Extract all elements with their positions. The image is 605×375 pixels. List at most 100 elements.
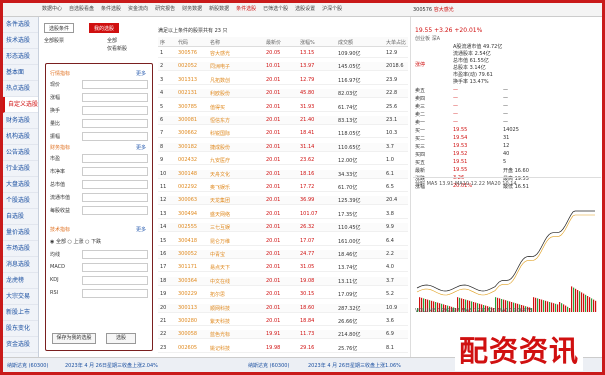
filter-input[interactable] [82,119,148,128]
menu-item[interactable]: 条件选股 [98,4,124,15]
filter-input[interactable] [82,132,148,141]
sidebar-item[interactable]: 行业选股 [3,161,38,177]
sidebar-item[interactable]: 量价选股 [3,225,38,241]
sidebar-item[interactable]: 股东变化 [3,321,38,337]
table-cell: 125.39亿 [338,198,361,205]
sidebar-item[interactable]: 新股上市 [3,305,38,321]
menu-item[interactable]: 已筛选个股 [260,4,291,15]
sidebar-item[interactable]: 财务选股 [3,113,38,129]
table-cell: 11.73 [300,331,315,338]
sidebar-item[interactable]: 个股选股 [3,193,38,209]
filter-input[interactable] [82,250,148,259]
table-cell: 3.6 [386,318,394,324]
table-row[interactable]: 5 300785 值得买 20.01 31.93 61.74亿 25.6 [158,103,408,112]
sidebar-item[interactable]: 条件选股 [3,17,38,33]
sidebar-item[interactable]: 形态选股 [3,49,38,65]
column-header[interactable]: 序 [160,39,165,46]
table-row[interactable]: 3 301313 凡拓数创 20.01 12.79 116.97亿 23.9 [158,76,408,85]
tab-my-picks[interactable]: 我的选股 [89,23,120,33]
filter-input[interactable] [82,263,148,272]
table-row[interactable]: 6 300081 恒信东方 20.01 21.40 83.13亿 23.1 [158,116,408,125]
table-row[interactable]: 1 300576 容大感光 20.05 13.15 109.90亿 12.9 [158,49,408,58]
menu-item[interactable]: 财务数据 [179,4,205,15]
sidebar-item[interactable]: 技术选股 [3,33,38,49]
sidebar-item[interactable]: 热点选股 [3,81,38,97]
order-row: 卖二 — — [413,111,601,119]
intraday-chart[interactable]: 分时 MA5 13.91 MA10 12.22 MA20 10.14 VOLUM… [413,177,601,317]
sidebar-item[interactable]: 基本面 [3,65,38,81]
new-stock-option[interactable]: 仅看新股 [107,45,127,52]
column-header[interactable]: 最新价 [266,39,281,46]
more-link-2[interactable]: 更多 [136,144,146,151]
status-index-1[interactable]: 纳斯达克 (60300) [7,362,48,369]
table-row[interactable]: 9 002432 九安医疗 20.01 23.62 12.00亿 1.0 [158,156,408,166]
sidebar-item[interactable]: 市场选股 [3,241,38,257]
filter-input[interactable] [82,167,148,176]
sidebar-item[interactable]: 自定义选股 [3,97,38,113]
table-row[interactable]: 21 300280 紫天科技 20.01 18.84 26.66亿 3.6 [158,317,408,326]
sidebar-item[interactable]: 大宗交易 [3,289,38,305]
radio-group[interactable]: ◉ 全部 ○ 上涨 ○ 下跌 [50,238,101,245]
save-picks-button[interactable]: 保存为我的选股 [52,333,96,344]
run-filter-button[interactable]: 选股 [106,333,136,344]
table-row[interactable]: 4 002131 利欧股份 20.01 45.80 82.03亿 22.8 [158,89,408,99]
column-header[interactable]: 成交额 [338,39,353,46]
menu-item[interactable]: 自选股看盘 [66,4,97,15]
filter-input[interactable] [82,193,148,202]
table-row[interactable]: 2 002052 同洲电子 10.01 13.97 145.05亿 2018.6 [158,62,408,72]
more-link-3[interactable]: 更多 [136,226,146,233]
table-row[interactable]: 14 002555 三七互娱 20.01 26.32 110.45亿 9.9 [158,223,408,233]
filter-input[interactable] [82,154,148,163]
filter-input[interactable] [82,276,148,285]
menu-item[interactable]: 资金流向 [125,4,151,15]
radio-up[interactable]: 上涨 [74,239,84,245]
menu-item[interactable]: 研究报告 [152,4,178,15]
table-row[interactable]: 16 300052 中青宝 20.01 24.77 18.46亿 2.2 [158,250,408,259]
table-row[interactable]: 19 300229 拓尔思 20.01 30.15 17.09亿 5.2 [158,290,408,300]
filter-input[interactable] [82,206,148,215]
filter-row: 量比 [50,119,148,128]
table-row[interactable]: 13 300494 盛天网络 20.01 101.07 17.35亿 3.8 [158,210,408,219]
sidebar-item[interactable]: 消息选股 [3,257,38,273]
filter-input[interactable] [82,106,148,115]
column-header[interactable]: 名称 [210,39,220,46]
menu-item[interactable]: 选股设置 [292,4,318,15]
table-row[interactable]: 11 002292 奥飞娱乐 20.01 17.72 61.70亿 6.5 [158,183,408,192]
table-row[interactable]: 15 300418 昆仑万维 20.01 17.07 161.00亿 6.4 [158,237,408,246]
table-row[interactable]: 22 300058 蓝色光标 19.91 11.73 214.80亿 6.9 [158,330,408,340]
column-header[interactable]: 涨幅% [300,39,315,46]
sidebar-item[interactable]: 自选股 [3,209,38,225]
table-row[interactable]: 7 300662 科锐国际 20.01 18.41 118.05亿 10.3 [158,129,408,139]
radio-down[interactable]: 下跌 [91,239,101,245]
menu-item[interactable]: 沪深个股 [319,4,345,15]
sidebar-item[interactable]: 公告选股 [3,145,38,161]
scope-all-option[interactable]: 全部 [107,37,117,44]
stock-header[interactable]: 300576 容大感光 [413,3,454,17]
table-row[interactable]: 17 301171 易点天下 20.01 31.05 13.74亿 4.0 [158,263,408,273]
filter-input[interactable] [82,80,148,89]
quote-info-line: 市盈率(动) 79.61 [453,72,493,78]
sidebar-item[interactable]: 资金选股 [3,337,38,353]
table-row[interactable]: 8 300182 捷成股份 20.01 31.14 110.65亿 3.7 [158,142,408,152]
table-row[interactable]: 20 300113 顺网科技 20.01 18.60 287.32亿 10.9 [158,303,408,313]
sidebar-item[interactable]: 龙虎榜 [3,273,38,289]
status-index-2[interactable]: 纳斯达克 (60300) [248,362,289,369]
table-row[interactable]: 10 300148 天舟文化 20.01 18.16 34.33亿 6.1 [158,169,408,179]
tab-conditions[interactable]: 选股条件 [44,23,75,33]
menu-item[interactable]: 数据中心 [39,4,65,15]
order-cell: 12 [503,143,510,149]
menu-item[interactable]: 条件选股 [233,4,259,15]
menu-item[interactable]: 新股数据 [206,4,232,15]
table-row[interactable]: 18 300364 中文在线 20.01 19.08 13.11亿 3.7 [158,276,408,286]
more-link-1[interactable]: 更多 [136,70,146,77]
filter-input[interactable] [82,289,148,298]
column-header[interactable]: 大单占比 [386,39,406,46]
radio-all[interactable]: 全部 [56,239,66,245]
filter-input[interactable] [82,93,148,102]
sidebar-item[interactable]: 机构选股 [3,129,38,145]
column-header[interactable]: 代码 [178,39,188,46]
filter-input[interactable] [82,180,148,189]
table-row[interactable]: 23 002605 姚记科技 19.98 29.16 25.76亿 8.1 [158,344,408,353]
sidebar-item[interactable]: 大盘选股 [3,177,38,193]
table-row[interactable]: 12 300063 天龙集团 20.01 36.99 125.39亿 20.4 [158,196,408,206]
